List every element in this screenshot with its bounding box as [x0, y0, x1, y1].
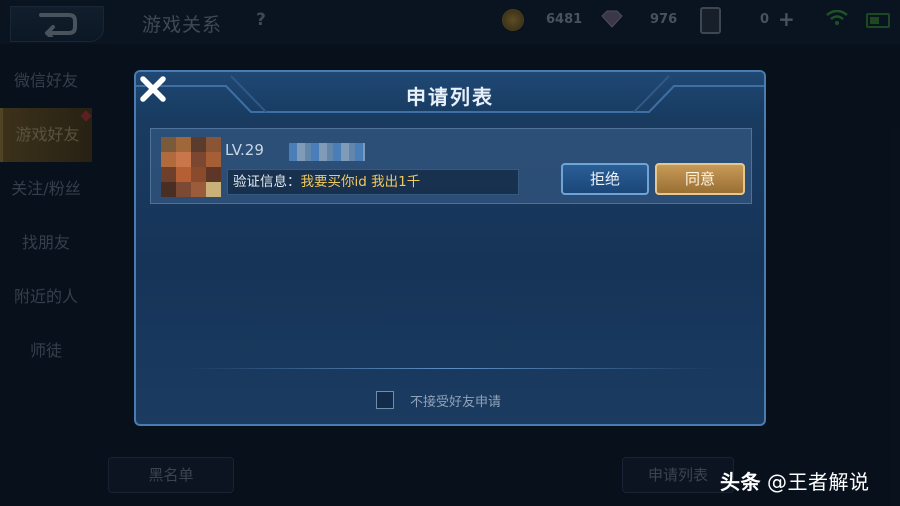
watermark-brand: 头条: [720, 470, 761, 494]
friend-request-item: LV.29 验证信息：我要买你id 我出1千 拒绝 同意: [150, 128, 752, 204]
player-level: LV.29: [225, 141, 264, 159]
reject-button[interactable]: 拒绝: [561, 163, 649, 195]
divider: [186, 368, 716, 369]
close-icon[interactable]: [136, 72, 170, 106]
watermark: 头条 @王者解说: [720, 466, 870, 495]
dialog-title: 申请列表: [406, 85, 494, 109]
dialog-header: 申请列表: [136, 72, 764, 116]
verify-label: 验证信息：: [233, 174, 301, 190]
avatar: [161, 137, 221, 197]
player-name-redacted: [289, 143, 365, 161]
verification-message: 验证信息：我要买你id 我出1千: [227, 169, 519, 195]
decline-requests-label: 不接受好友申请: [410, 395, 502, 410]
watermark-author: @王者解说: [767, 470, 870, 494]
request-list-dialog: 申请列表 LV.29 验证信息：我要买你id 我出1千 拒绝 同意 不接受好友申…: [134, 70, 766, 426]
accept-button[interactable]: 同意: [655, 163, 745, 195]
verify-text: 我要买你id 我出1千: [300, 174, 421, 190]
decline-requests-checkbox[interactable]: [376, 391, 394, 409]
